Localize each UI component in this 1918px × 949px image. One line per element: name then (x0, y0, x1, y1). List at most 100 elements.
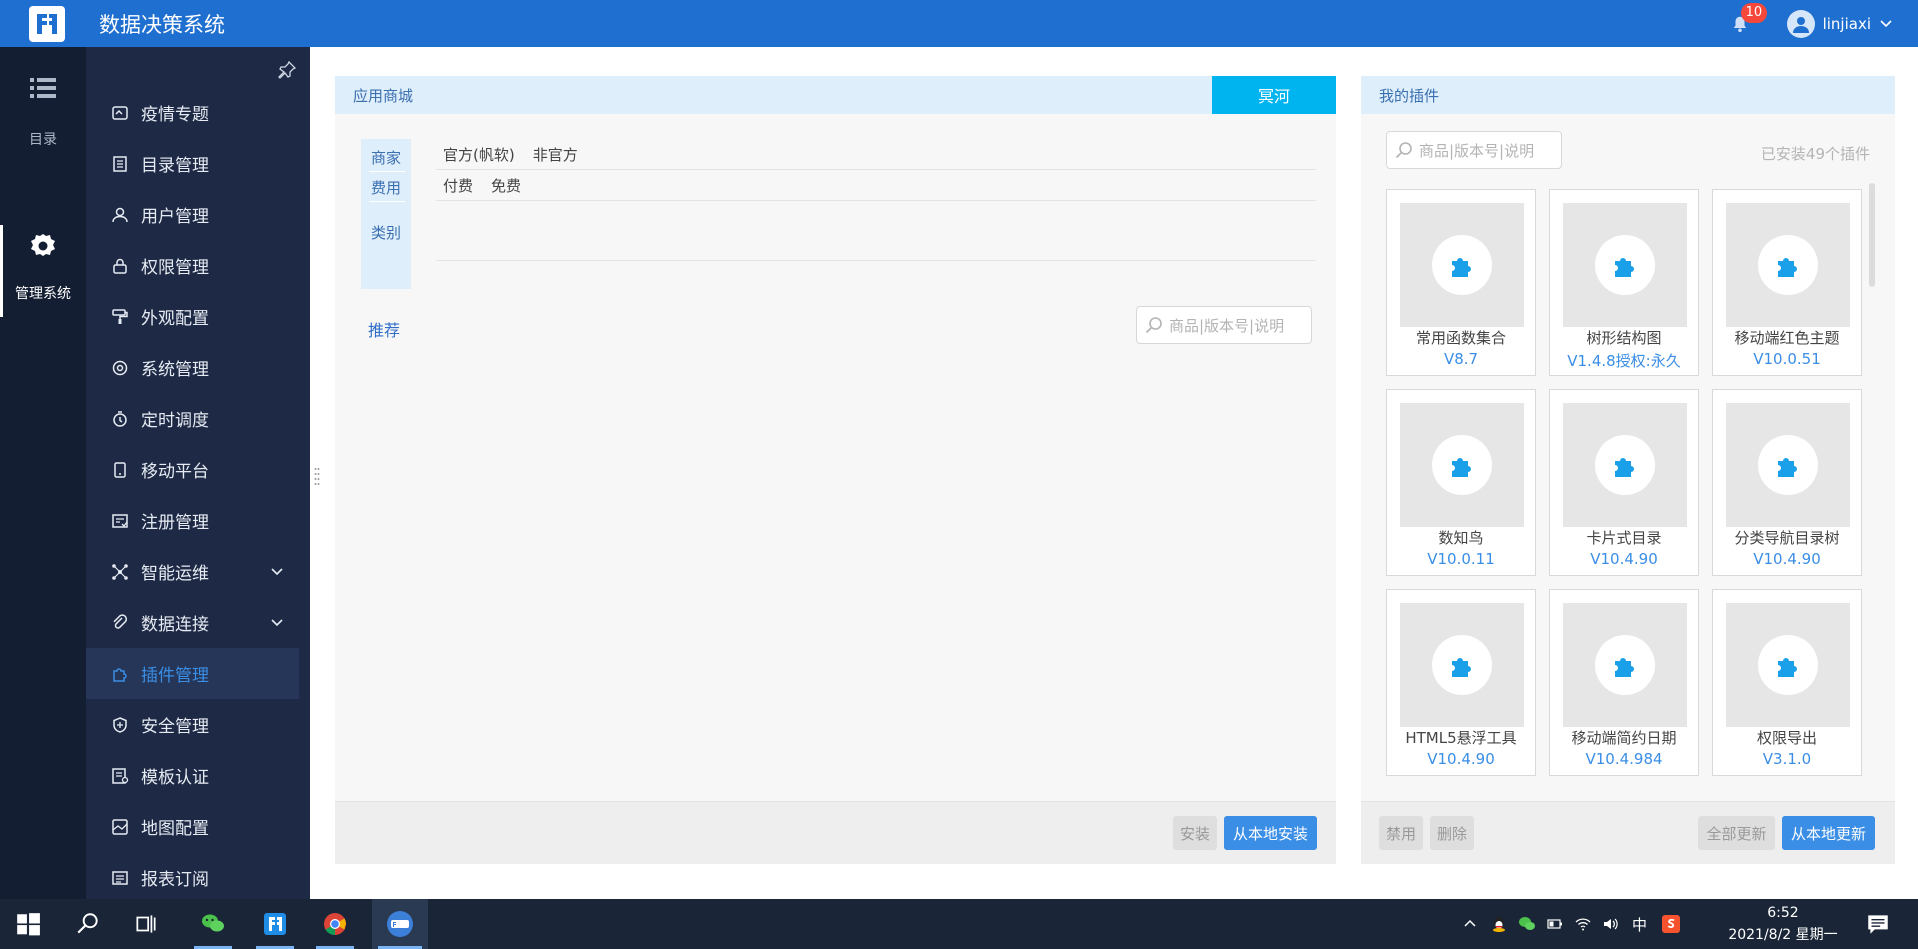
pin-icon[interactable] (278, 61, 296, 79)
store-search-input[interactable]: 商品|版本号|说明 (1136, 306, 1312, 344)
taskbar-finereport[interactable] (250, 899, 300, 949)
plugin-card[interactable]: 树形结构图 V1.4.8授权:永久 (1549, 189, 1699, 376)
search-icon (1395, 142, 1412, 159)
register-icon (111, 512, 129, 530)
task-view-button[interactable] (126, 899, 166, 949)
qq-icon[interactable] (1490, 915, 1508, 933)
plugin-version: V10.4.984 (1585, 750, 1663, 768)
update-all-button[interactable]: 全部更新 (1698, 816, 1775, 850)
sidebar-item-template-cert[interactable]: 模板认证 (86, 750, 310, 801)
nav-rail: 目录 管理系统 (0, 47, 86, 899)
taskbar-wechat[interactable] (188, 899, 238, 949)
sidebar-item-epidemic[interactable]: 疫情专题 (86, 87, 310, 138)
filter-row-vendor: 官方(帆软) 非官方 (436, 139, 1316, 170)
wechat-icon[interactable] (1518, 915, 1536, 933)
sidebar-item-catalog[interactable]: 目录管理 (86, 138, 310, 189)
sidebar-item-security[interactable]: 安全管理 (86, 699, 310, 750)
plugin-thumbnail (1726, 403, 1850, 527)
sidebar-item-data-connection[interactable]: 数据连接 (86, 597, 310, 648)
chevron-down-icon[interactable] (270, 565, 284, 579)
top-bar: 数据决策系统 10 linjiaxi (0, 0, 1918, 47)
rail-item-catalog[interactable]: 目录 (0, 77, 86, 149)
sidebar-item-appearance[interactable]: 外观配置 (86, 291, 310, 342)
plugin-card[interactable]: 移动端红色主题 V10.0.51 (1712, 189, 1862, 376)
ime-indicator[interactable]: 中 (1632, 914, 1647, 935)
sidebar-item-label: 数据连接 (141, 615, 209, 635)
plugin-card[interactable]: 常用函数集合 V8.7 (1386, 189, 1536, 376)
sidebar-item-label: 安全管理 (141, 717, 209, 737)
plugin-card[interactable]: 权限导出 V3.1.0 (1712, 589, 1862, 776)
volume-icon[interactable] (1602, 915, 1620, 933)
sidebar-item-report-subscription[interactable]: 报表订阅 (86, 852, 310, 899)
sidebar-item-smart-ops[interactable]: 智能运维 (86, 546, 310, 597)
sidebar-item-system[interactable]: 系统管理 (86, 342, 310, 393)
plugin-thumbnail (1726, 203, 1850, 327)
plugin-card[interactable]: 分类导航目录树 V10.4.90 (1712, 389, 1862, 576)
plugin-thumbnail (1400, 603, 1524, 727)
plugin-search-input[interactable]: 商品|版本号|说明 (1386, 131, 1562, 169)
filter-option-paid[interactable]: 付费 (443, 175, 473, 196)
sidebar-item-map-config[interactable]: 地图配置 (86, 801, 310, 852)
chevron-up-icon[interactable] (1462, 916, 1478, 932)
plugin-version: V10.4.90 (1590, 550, 1658, 568)
report-icon (111, 869, 129, 887)
filter-option-official[interactable]: 官方(帆软) (443, 144, 515, 165)
install-button[interactable]: 安装 (1173, 816, 1217, 850)
sidebar-item-label: 插件管理 (141, 666, 209, 686)
chevron-down-icon[interactable] (1879, 17, 1893, 31)
avatar[interactable] (1786, 9, 1815, 38)
sidebar-item-label: 模板认证 (141, 768, 209, 788)
battery-icon[interactable] (1546, 915, 1564, 933)
plugin-card[interactable]: 数知鸟 V10.0.11 (1386, 389, 1536, 576)
filter-option-free[interactable]: 免费 (491, 175, 521, 196)
plugin-card[interactable]: 移动端简约日期 V10.4.984 (1549, 589, 1699, 776)
sogou-input-icon[interactable] (1661, 914, 1681, 934)
plugin-thumbnail (1400, 403, 1524, 527)
start-button[interactable] (8, 899, 48, 949)
plugin-thumbnail (1563, 603, 1687, 727)
wifi-icon[interactable] (1574, 915, 1592, 933)
chevron-down-icon[interactable] (270, 616, 284, 630)
mobile-icon (111, 461, 129, 479)
taskbar: 中 6:52 2021/8/2 星期一 (0, 899, 1918, 949)
tab-minghe[interactable]: 冥河 (1212, 76, 1336, 114)
notification-center-button[interactable] (1858, 899, 1898, 949)
notification-bell[interactable]: 10 (1731, 2, 1768, 35)
disable-button[interactable]: 禁用 (1379, 816, 1423, 850)
filter-option-unofficial[interactable]: 非官方 (533, 144, 578, 165)
resize-handle-icon[interactable] (314, 466, 320, 486)
filter-row-fee: 付费 免费 (436, 170, 1316, 201)
taskbar-chrome[interactable] (310, 899, 360, 949)
sidebar-item-permissions[interactable]: 权限管理 (86, 240, 310, 291)
app-logo[interactable] (29, 5, 65, 42)
update-local-button[interactable]: 从本地更新 (1782, 816, 1875, 850)
plugin-grid: 常用函数集合 V8.7 树形结构图 V1.4.8授权:永久 移动端红色主题 V1… (1386, 189, 1866, 776)
sidebar-item-label: 疫情专题 (141, 105, 209, 125)
plugin-card[interactable]: HTML5悬浮工具 V10.4.90 (1386, 589, 1536, 776)
recommend-label[interactable]: 推荐 (368, 317, 400, 341)
taskbar-fanruan-app[interactable] (372, 899, 428, 949)
sidebar-item-label: 智能运维 (141, 564, 209, 584)
puzzle-icon (1452, 258, 1471, 277)
sidebar-item-users[interactable]: 用户管理 (86, 189, 310, 240)
rail-item-management[interactable]: 管理系统 (0, 225, 86, 317)
taskbar-search-button[interactable] (68, 899, 108, 949)
my-plugins-panel: 我的插件 商品|版本号|说明 已安装49个插件 常用函数集合 V8.7 树形结构… (1361, 76, 1895, 864)
sidebar-item-registration[interactable]: 注册管理 (86, 495, 310, 546)
delete-button[interactable]: 删除 (1430, 816, 1474, 850)
link-icon (111, 613, 129, 632)
sidebar-item-plugins[interactable]: 插件管理 (86, 648, 299, 699)
certificate-icon (111, 767, 129, 785)
sidebar-item-label: 目录管理 (141, 156, 209, 176)
store-header: 应用商城 冥河 (335, 76, 1336, 114)
search-placeholder: 商品|版本号|说明 (1419, 141, 1535, 160)
install-local-button[interactable]: 从本地安装 (1224, 816, 1317, 850)
plugin-name: 移动端红色主题 (1734, 329, 1840, 347)
username[interactable]: linjiaxi (1823, 15, 1871, 33)
sidebar-item-scheduler[interactable]: 定时调度 (86, 393, 310, 444)
sidebar-item-mobile[interactable]: 移动平台 (86, 444, 310, 495)
plugin-grid-scrollbar[interactable] (1869, 183, 1875, 287)
taskbar-clock[interactable]: 6:52 2021/8/2 星期一 (1708, 902, 1858, 946)
plugin-card[interactable]: 卡片式目录 V10.4.90 (1549, 389, 1699, 576)
installed-count: 已安装49个插件 (1760, 145, 1870, 163)
